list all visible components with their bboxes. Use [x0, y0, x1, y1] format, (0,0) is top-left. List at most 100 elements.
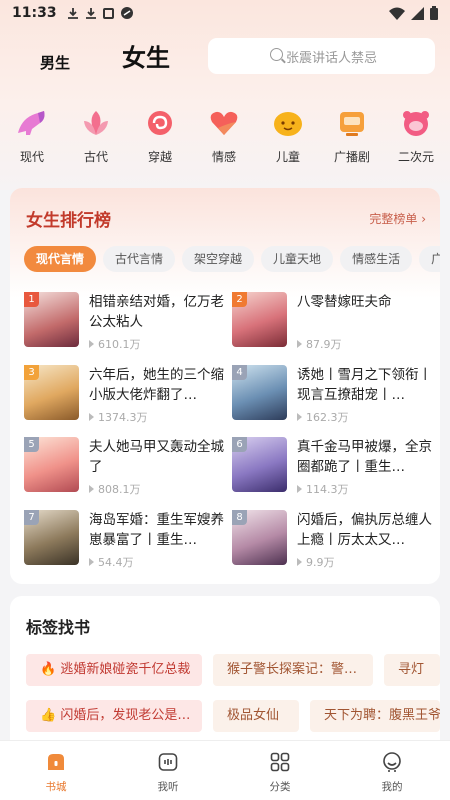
book-play-count: 1374.3万 — [89, 409, 148, 425]
chip-ancient-romance[interactable]: 古代言情 — [103, 246, 176, 272]
book-title: 八零替嫁旺夫命 — [297, 294, 392, 310]
search-icon — [270, 48, 283, 61]
ranking-book-8[interactable]: 8 闪婚后，偏执厉总缠人上瘾丨厉太太又… 9.9万 — [232, 510, 437, 570]
book-play-count: 114.3万 — [297, 481, 349, 497]
signal-icon — [411, 6, 424, 20]
chip-children-world[interactable]: 儿童天地 — [261, 246, 334, 272]
wifi-icon — [389, 7, 405, 20]
tag-item[interactable]: 猴子警长探案记：警… — [213, 654, 373, 686]
tag-item[interactable]: 天下为聘：腹黑王爷 — [310, 700, 440, 732]
full-ranking-link[interactable]: 完整榜单 › — [369, 210, 426, 227]
grid-icon — [269, 751, 291, 773]
rank-number: 3 — [24, 365, 39, 380]
category-children[interactable]: 儿童 — [258, 108, 318, 165]
ranking-book-4[interactable]: 4 诱她丨雪月之下领衔丨现言互撩甜宠丨… 162.3万 — [232, 365, 437, 425]
category-radio-drama[interactable]: 广播剧 — [322, 108, 382, 165]
rank-number: 7 — [24, 510, 39, 525]
tag-label: 逃婚新娘碰瓷千亿总裁 — [60, 662, 191, 677]
download-icon — [85, 7, 96, 19]
tag-section-title: 标签找书 — [26, 618, 91, 637]
chip-emotional-life[interactable]: 情感生活 — [340, 246, 413, 272]
ranking-book-3[interactable]: 3 六年后，她生的三个缩小版大佬炸翻了… 1374.3万 — [24, 365, 229, 425]
app-notification-icon — [120, 7, 133, 19]
smiley-face-icon — [272, 108, 304, 138]
ranking-book-7[interactable]: 7 海岛军婚：重生军嫂养崽暴富了丨重生… 54.4万 — [24, 510, 229, 570]
search-box[interactable]: 张震讲话人禁忌 — [208, 38, 435, 74]
nav-label: 我听 — [157, 781, 179, 793]
nav-bookstore[interactable]: 书城 — [26, 751, 86, 794]
ranking-book-6[interactable]: 6 真千金马甲被爆，全京圈都跪了丨重生… 114.3万 — [232, 437, 437, 497]
rank-number: 5 — [24, 437, 39, 452]
ranking-book-5[interactable]: 5 夫人她马甲又轰动全城了 808.1万 — [24, 437, 229, 497]
heart-icon — [208, 108, 240, 138]
full-ranking-label: 完整榜单 — [369, 212, 418, 226]
anime-character-icon — [400, 108, 432, 138]
chevron-right-icon: › — [421, 212, 426, 226]
battery-icon — [430, 6, 438, 20]
tag-label: 天下为聘：腹黑王爷 — [324, 708, 440, 723]
category-label: 古代 — [83, 150, 108, 164]
listen-icon — [157, 751, 179, 773]
book-play-count: 162.3万 — [297, 409, 349, 425]
radio-icon — [336, 108, 368, 138]
tab-female[interactable]: 女生 — [122, 38, 170, 73]
nav-profile[interactable]: 我的 — [362, 751, 422, 794]
book-title: 夫人她马甲又轰动全城了 — [89, 439, 224, 475]
download-icon — [67, 7, 78, 19]
search-placeholder: 张震讲话人禁忌 — [286, 50, 378, 66]
thumbs-up-icon: 👍 — [40, 708, 57, 723]
chip-modern-romance[interactable]: 现代言情 — [24, 246, 97, 272]
tag-label: 寻灯 — [398, 662, 425, 677]
ranking-card-gradient — [10, 188, 440, 298]
chip-more[interactable]: 广 — [419, 246, 440, 272]
portal-swirl-icon — [144, 108, 176, 138]
category-label: 穿越 — [147, 150, 172, 164]
rank-number: 4 — [232, 365, 247, 380]
status-time: 11:33 — [12, 5, 57, 21]
tag-item[interactable]: 极品女仙 — [213, 700, 299, 732]
chip-fictional-time-travel[interactable]: 架空穿越 — [182, 246, 255, 272]
tag-item[interactable]: 寻灯 — [384, 654, 440, 686]
ranking-genre-tabs: 现代言情 古代言情 架空穿越 儿童天地 情感生活广 — [24, 246, 440, 276]
ranking-book-1[interactable]: 1 相错亲结对婚，亿万老公太粘人 610.1万 — [24, 292, 229, 352]
status-bar: 11:33 — [0, 0, 450, 26]
category-modern[interactable]: 现代 — [2, 108, 62, 165]
book-title: 真千金马甲被爆，全京圈都跪了丨重生… — [297, 439, 432, 475]
lotus-icon — [80, 108, 112, 138]
nav-categories[interactable]: 分类 — [250, 751, 310, 794]
book-play-count: 87.9万 — [297, 336, 342, 352]
tag-search-card: 标签找书 🔥 逃婚新娘碰瓷千亿总裁 猴子警长探案记：警… 寻灯 👍 闪婚后，发现… — [10, 596, 440, 756]
tag-label: 极品女仙 — [227, 708, 280, 723]
nav-listen[interactable]: 我听 — [138, 751, 198, 794]
ranking-book-2[interactable]: 2 八零替嫁旺夫命 87.9万 — [232, 292, 437, 352]
system-icons — [389, 6, 438, 20]
high-heel-icon — [16, 108, 48, 138]
profile-icon — [381, 751, 403, 773]
book-play-count: 610.1万 — [89, 336, 141, 352]
rank-number: 8 — [232, 510, 247, 525]
category-label: 现代 — [19, 150, 44, 164]
tab-male[interactable]: 男生 — [40, 52, 70, 73]
category-time-travel[interactable]: 穿越 — [130, 108, 190, 165]
book-play-count: 54.4万 — [89, 554, 134, 570]
bookstore-icon — [45, 751, 67, 773]
book-play-count: 9.9万 — [297, 554, 335, 570]
tag-label: 闪婚后，发现老公是… — [60, 708, 191, 723]
book-title: 诱她丨雪月之下领衔丨现言互撩甜宠丨… — [297, 367, 432, 403]
ranking-title: 女生排行榜 — [26, 211, 111, 231]
category-ancient[interactable]: 古代 — [66, 108, 126, 165]
rank-number: 1 — [24, 292, 39, 307]
tag-item[interactable]: 🔥 逃婚新娘碰瓷千亿总裁 — [26, 654, 202, 686]
tag-item[interactable]: 👍 闪婚后，发现老公是… — [26, 700, 202, 732]
app-notification-icon — [102, 7, 114, 19]
book-title: 相错亲结对婚，亿万老公太粘人 — [89, 294, 224, 330]
tag-label: 猴子警长探案记：警… — [227, 662, 358, 677]
category-emotion[interactable]: 情感 — [194, 108, 254, 165]
category-anime[interactable]: 二次元 — [386, 108, 446, 165]
book-title: 六年后，她生的三个缩小版大佬炸翻了… — [89, 367, 224, 403]
category-label: 二次元 — [397, 150, 434, 164]
notification-icons — [67, 6, 134, 20]
category-label: 广播剧 — [333, 150, 370, 164]
fire-icon: 🔥 — [40, 662, 57, 677]
nav-label: 我的 — [381, 781, 403, 793]
